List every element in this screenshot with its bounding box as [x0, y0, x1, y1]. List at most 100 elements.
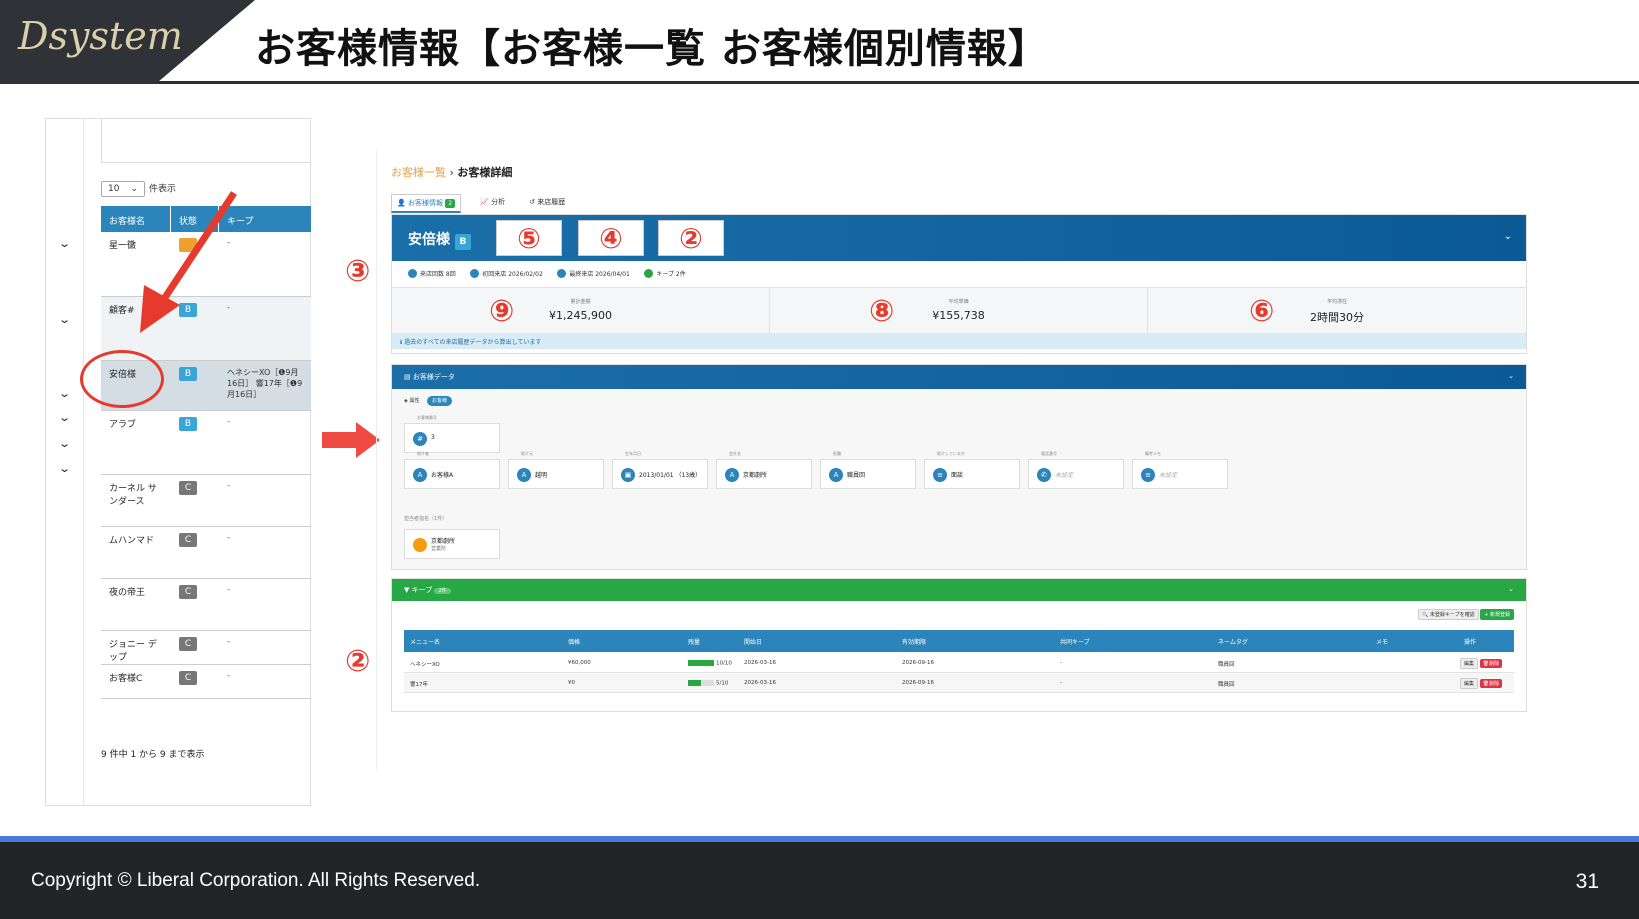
tab-customer-info[interactable]: 👤 お客様情報 2: [391, 194, 462, 213]
delete-button[interactable]: 🗑削除: [1479, 659, 1503, 668]
breadcrumb-current: お客様詳細: [457, 166, 513, 179]
field-referral-source[interactable]: 紹介元 A 越明: [508, 451, 604, 489]
phone-icon: ✆: [1037, 468, 1051, 482]
row-name[interactable]: 夜の帝王: [101, 579, 171, 630]
stat-total: 累計金額 ¥1,245,900: [392, 288, 770, 334]
row-keep: ヘネシーXO［❶9月16日］ 響17年［❶9月16日］: [227, 368, 303, 399]
cell-memo: [1370, 673, 1458, 692]
pill-text: キープ 2件: [656, 271, 686, 278]
cell-remaining: 5/10: [682, 673, 738, 692]
delete-button[interactable]: 🗑削除: [1479, 679, 1503, 688]
chart-icon: 📈: [480, 198, 489, 206]
button-label: 新規登録: [1489, 612, 1510, 618]
col-start[interactable]: 開始日: [738, 630, 896, 652]
table-row[interactable]: カーネル サンダース C -: [101, 475, 311, 527]
staff-sub: 営業所: [431, 546, 447, 552]
edit-button[interactable]: 編集: [1460, 678, 1479, 689]
field-value: 越明: [535, 472, 548, 479]
new-keep-button[interactable]: + 新規登録: [1480, 609, 1514, 620]
remaining-bar-fill: [688, 680, 701, 686]
col-nametag[interactable]: ネームタグ: [1212, 630, 1370, 652]
remaining-text: 5/10: [716, 680, 729, 687]
field-label: 紹介元: [521, 451, 533, 456]
field-birthday[interactable]: 生年月日 ▣ 2013/01/01 （13歳）: [612, 451, 708, 489]
breadcrumb: お客様一覧 › お客様詳細: [391, 164, 512, 180]
chevron-down-icon[interactable]: ⌄: [58, 237, 71, 250]
slide-footer: Copyright © Liberal Corporation. All Rig…: [0, 836, 1639, 919]
customer-summary-card: 安倍様 B ⑤ ④ ② ⌄ 来店回数 8回 初回来店 2026/02/02 最終…: [391, 214, 1527, 354]
field-memo[interactable]: 備考メモ ≡ 未設定: [1132, 451, 1228, 489]
subtab-customer[interactable]: お客様: [427, 396, 453, 406]
table-row[interactable]: アラブ B -: [101, 411, 311, 475]
customer-header[interactable]: 安倍様 B ⑤ ④ ② ⌄: [392, 215, 1526, 261]
chevron-down-icon[interactable]: ⌄: [58, 462, 71, 475]
subtab-attribute[interactable]: ◈ 属性: [404, 398, 419, 404]
chevron-down-icon[interactable]: ⌄: [58, 411, 71, 424]
field-value: 京都劇所: [743, 472, 768, 479]
tab-visit-history[interactable]: ↺ 来店履歴: [524, 194, 570, 213]
row-name[interactable]: お客様C: [101, 665, 171, 698]
edit-button[interactable]: 編集: [1460, 658, 1479, 669]
field-label: 電話番号: [1041, 451, 1057, 456]
pill-text: 初回来店 2026/02/02: [482, 271, 543, 278]
row-name[interactable]: アラブ: [101, 411, 171, 474]
field-value: 3: [431, 434, 435, 441]
col-actions[interactable]: 操作: [1458, 630, 1514, 652]
avatar: [413, 538, 427, 552]
customer-name-text: 安倍様: [408, 232, 450, 248]
logo-text: Dsystem: [18, 14, 183, 58]
customer-data-header[interactable]: ▤ お客様データ ⌄: [392, 365, 1526, 389]
breadcrumb-parent-link[interactable]: お客様一覧: [391, 166, 446, 179]
copyright-text: Copyright © Liberal Corporation. All Rig…: [31, 870, 481, 891]
table-row[interactable]: ムハンマド C -: [101, 527, 311, 579]
customer-name: 安倍様 B: [408, 229, 471, 250]
chevron-down-icon[interactable]: ⌄: [58, 437, 71, 450]
row-name[interactable]: カーネル サンダース: [101, 475, 171, 526]
staff-card[interactable]: 京都劇所 営業所: [404, 529, 500, 559]
field-referrer[interactable]: 紹介者 A お客様A: [404, 451, 500, 489]
field-introducing[interactable]: 紹介しているか ≡ 面談: [924, 451, 1020, 489]
chevron-down-icon[interactable]: ⌄: [58, 387, 71, 400]
stat-value: ¥155,738: [932, 309, 985, 322]
field-value: 2013/01/01 （13歳）: [639, 472, 702, 479]
logo: Dsystem: [0, 0, 255, 84]
calendar-icon: [408, 269, 417, 278]
cell-menu: 響17年: [410, 682, 428, 688]
tab-count-badge: 2: [445, 199, 456, 208]
search-unregistered-button[interactable]: 🔍 未登録キープを確認: [1418, 609, 1479, 620]
remaining-bar: [688, 660, 714, 666]
col-remaining[interactable]: 残量: [682, 630, 738, 652]
table-row[interactable]: 夜の帝王 C -: [101, 579, 311, 631]
table-row[interactable]: ヘネシーXO ¥60,000 10/10 2026-03-16 2026-09-…: [404, 653, 1514, 673]
field-position[interactable]: 役職 A 職員回: [820, 451, 916, 489]
cell-memo: [1370, 653, 1458, 672]
status-badge: C: [179, 533, 197, 547]
stat-label: 平均滞在: [1326, 299, 1347, 305]
letter-icon: A: [725, 468, 739, 482]
col-menu[interactable]: メニュー名: [404, 630, 562, 652]
col-shared[interactable]: 共同キープ: [1054, 630, 1212, 652]
row-name[interactable]: ジョニー デップ: [101, 631, 171, 664]
field-phone[interactable]: 電話番号 ✆ 未設定: [1028, 451, 1124, 489]
col-expire[interactable]: 有効期限: [896, 630, 1054, 652]
status-badge: C: [179, 481, 197, 495]
row-name[interactable]: ムハンマド: [101, 527, 171, 578]
keep-card: ▼ キープ 2件 ⌄ 🔍 未登録キープを確認 + 新規登録 メニュー名 価格 残量…: [391, 578, 1527, 712]
cell-start: 2026-03-16: [744, 660, 776, 666]
chevron-down-icon[interactable]: ⌄: [1504, 231, 1512, 242]
pill-text: 最終来店 2026/04/01: [569, 271, 630, 278]
field-company[interactable]: 会社名 A 京都劇所: [716, 451, 812, 489]
col-price[interactable]: 価格: [562, 630, 682, 652]
table-row[interactable]: 響17年 ¥0 5/10 2026-03-16 2026-09-16 - 職員回…: [404, 673, 1514, 693]
list-icon: ≡: [933, 468, 947, 482]
table-row[interactable]: ジョニー デップ C -: [101, 631, 311, 665]
row-toggle-gutter: ⌄ ⌄ ⌄ ⌄ ⌄ ⌄: [46, 119, 84, 805]
chevron-down-icon: ⌄: [1508, 585, 1514, 593]
tab-label: 来店履歴: [537, 198, 566, 206]
chevron-down-icon[interactable]: ⌄: [58, 313, 71, 326]
tab-analysis[interactable]: 📈 分析: [475, 194, 510, 213]
status-badge: B: [179, 367, 197, 381]
col-memo[interactable]: メモ: [1370, 630, 1458, 652]
table-row[interactable]: お客様C C -: [101, 665, 311, 699]
keep-header[interactable]: ▼ キープ 2件 ⌄: [392, 579, 1526, 601]
